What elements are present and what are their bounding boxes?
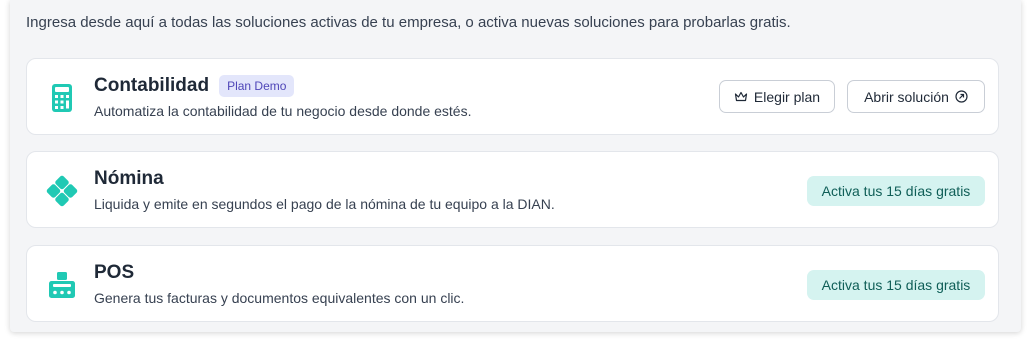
open-solution-button[interactable]: Abrir solución xyxy=(847,80,985,113)
intro-text: Ingresa desde aquí a todas las solucione… xyxy=(26,14,791,31)
solution-card-contabilidad: Contabilidad Plan Demo Automatiza la con… xyxy=(26,58,999,135)
payroll-diamond-icon xyxy=(45,174,79,208)
open-solution-label: Abrir solución xyxy=(864,88,949,105)
solution-card-pos: POS Genera tus facturas y documentos equ… xyxy=(26,245,999,322)
card-title-row: POS xyxy=(94,262,134,284)
solution-card-nomina: Nómina Liquida y emite en segundos el pa… xyxy=(26,151,999,228)
card-description: Genera tus facturas y documentos equival… xyxy=(94,290,465,306)
activate-trial-button[interactable]: Activa tus 15 días gratis xyxy=(807,176,985,206)
card-title: Nómina xyxy=(94,168,164,189)
card-title-row: Contabilidad Plan Demo xyxy=(94,75,295,97)
choose-plan-label: Elegir plan xyxy=(753,88,821,105)
solutions-panel: Ingresa desde aquí a todas las solucione… xyxy=(10,0,1021,332)
activate-trial-button[interactable]: Activa tus 15 días gratis xyxy=(807,270,985,300)
choose-plan-button[interactable]: Elegir plan xyxy=(719,80,835,113)
crown-icon xyxy=(734,91,748,103)
plan-demo-badge: Plan Demo xyxy=(219,75,295,97)
card-title-row: Nómina xyxy=(94,168,164,190)
pos-register-icon xyxy=(45,268,79,302)
card-title: Contabilidad xyxy=(94,75,210,96)
card-description: Liquida y emite en segundos el pago de l… xyxy=(94,196,555,212)
calculator-icon xyxy=(45,81,79,115)
card-title: POS xyxy=(94,262,135,283)
arrow-circle-icon xyxy=(955,90,968,103)
card-description: Automatiza la contabilidad de tu negocio… xyxy=(94,103,472,119)
